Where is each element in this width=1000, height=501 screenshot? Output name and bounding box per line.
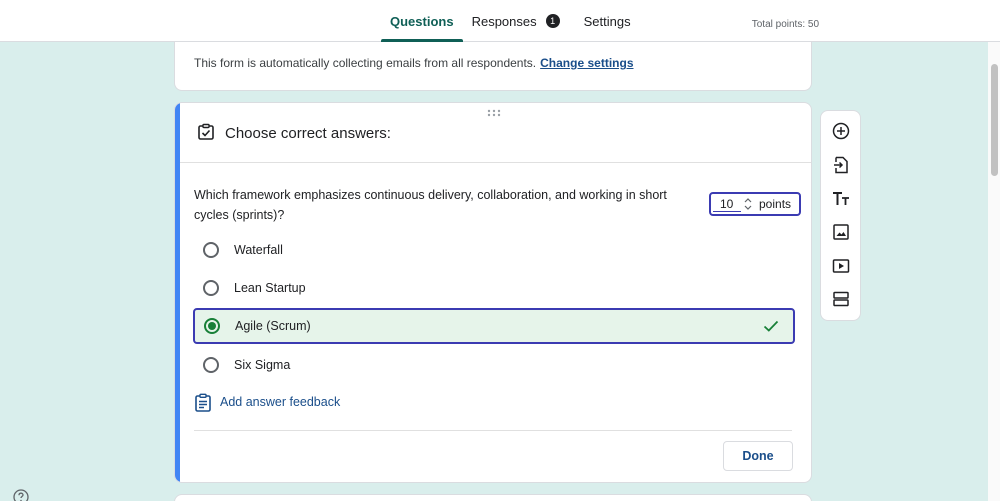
option-label: Waterfall: [234, 243, 283, 257]
tab-settings[interactable]: Settings: [575, 0, 640, 42]
answer-option-agile-scrum[interactable]: Agile (Scrum): [193, 308, 795, 344]
tab-settings-label: Settings: [583, 13, 631, 29]
add-video-icon: [832, 259, 850, 273]
add-question-icon: [832, 122, 850, 140]
radio-button[interactable]: [203, 242, 219, 258]
tab-responses[interactable]: Responses 1: [463, 0, 569, 42]
tab-responses-label: Responses: [471, 13, 537, 29]
tab-questions[interactable]: Questions: [381, 0, 463, 42]
answer-option-six-sigma[interactable]: Six Sigma: [194, 347, 794, 383]
correct-answer-check-icon: [763, 320, 779, 332]
add-title-button[interactable]: [831, 189, 851, 209]
add-question-button[interactable]: [831, 121, 851, 141]
done-button[interactable]: Done: [723, 441, 793, 471]
feedback-label: Add answer feedback: [220, 395, 341, 409]
change-settings-link[interactable]: Change settings: [540, 56, 633, 70]
radio-button[interactable]: [203, 357, 219, 373]
add-answer-feedback-button[interactable]: Add answer feedback: [194, 391, 340, 413]
scrollbar-thumb[interactable]: [991, 64, 998, 176]
radio-button[interactable]: [203, 280, 219, 296]
add-title-icon: [833, 192, 849, 205]
total-points: Total points: 50: [751, 19, 819, 30]
responses-count-badge: 1: [545, 14, 560, 28]
feedback-clipboard-icon: [195, 393, 211, 412]
question-card: Choose correct answers: Which framework …: [174, 102, 812, 483]
question-text: Which framework emphasizes continuous de…: [194, 188, 667, 222]
option-label: Lean Startup: [234, 281, 306, 295]
points-stepper[interactable]: 10 points: [709, 192, 801, 216]
add-section-button[interactable]: [831, 289, 851, 309]
stepper-arrows-icon[interactable]: [743, 196, 753, 212]
card-divider: [194, 430, 792, 431]
add-video-button[interactable]: [831, 256, 851, 276]
next-question-card[interactable]: [174, 494, 812, 501]
email-collection-notice: This form is automatically collecting em…: [174, 42, 812, 91]
tab-questions-label: Questions: [390, 13, 454, 29]
top-bar: Questions Responses 1 Settings Total poi…: [0, 0, 1000, 42]
radio-button-selected[interactable]: [204, 318, 220, 334]
answer-key-header: Choose correct answers:: [180, 103, 811, 163]
answer-key-title: Choose correct answers:: [225, 125, 391, 142]
add-image-button[interactable]: [831, 222, 851, 242]
add-section-icon: [833, 291, 849, 307]
points-input[interactable]: 10: [713, 196, 741, 212]
answer-option-lean-startup[interactable]: Lean Startup: [194, 270, 794, 306]
option-label: Agile (Scrum): [235, 319, 311, 333]
floating-toolbar: [820, 110, 861, 321]
option-label: Six Sigma: [234, 358, 291, 372]
points-label: points: [759, 197, 792, 211]
answer-option-waterfall[interactable]: Waterfall: [194, 232, 794, 268]
form-tabs: Questions Responses 1 Settings: [381, 0, 640, 42]
add-image-icon: [833, 224, 849, 240]
help-icon[interactable]: [13, 489, 29, 501]
import-questions-button[interactable]: [831, 155, 851, 175]
notice-text: This form is automatically collecting em…: [194, 56, 537, 70]
assignment-check-icon: [198, 123, 214, 140]
notice-text-row: This form is automatically collecting em…: [194, 56, 634, 70]
import-questions-icon: [834, 156, 848, 174]
